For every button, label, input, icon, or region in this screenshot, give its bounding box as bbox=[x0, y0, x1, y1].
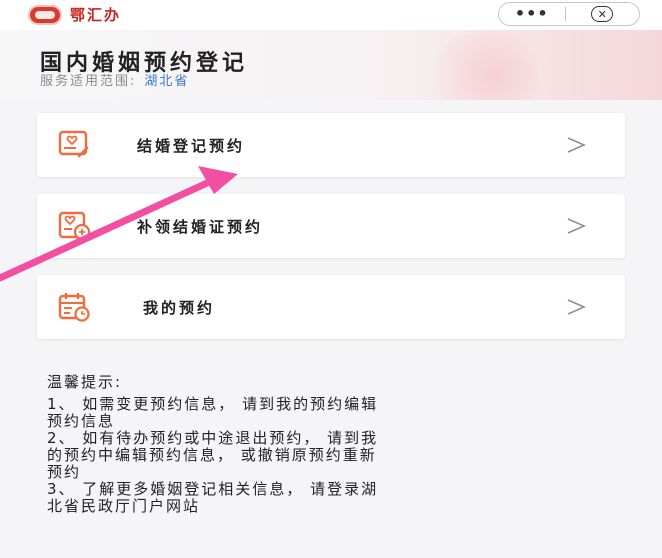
header-decoration bbox=[425, 30, 565, 100]
service-scope-value: 湖北省 bbox=[144, 74, 190, 89]
close-icon: ✕ bbox=[591, 6, 614, 22]
tip-item: 2、 如有待办预约或中途退出预约， 请到我 的预约中编辑预约信息， 或撤销原预约… bbox=[47, 429, 379, 481]
tips-title: 温馨提示: bbox=[47, 373, 123, 391]
app-name: 鄂汇办 bbox=[70, 6, 122, 24]
page-header: 国内婚姻预约登记 服务适用范围: 湖北省 bbox=[0, 30, 662, 100]
menu-item-label: 我的预约 bbox=[143, 298, 216, 317]
marriage-certificate-icon bbox=[58, 130, 89, 158]
tip-item: 1、 如需变更预约信息， 请到我的预约编辑 预约信息 bbox=[47, 395, 379, 430]
chevron-right-icon bbox=[567, 137, 586, 153]
menu-item-label: 补领结婚证预约 bbox=[137, 217, 264, 236]
tip-item: 3、 了解更多婚姻登记相关信息， 请登录湖 北省民政厅门户网站 bbox=[47, 480, 379, 515]
close-button[interactable]: ✕ bbox=[566, 6, 639, 22]
calendar-clock-icon bbox=[58, 293, 90, 322]
service-scope: 服务适用范围: 湖北省 bbox=[40, 70, 189, 89]
more-button[interactable]: ••• bbox=[499, 4, 565, 24]
chevron-right-icon bbox=[567, 218, 586, 234]
app-logo-icon bbox=[28, 4, 62, 25]
chevron-right-icon bbox=[567, 299, 586, 315]
top-bar: 鄂汇办 ••• ✕ bbox=[0, 0, 662, 30]
tips-section: 温馨提示: 1、 如需变更预约信息， 请到我的预约编辑 预约信息 2、 如有待办… bbox=[47, 374, 627, 515]
mini-program-capsule: ••• ✕ bbox=[498, 2, 640, 26]
reissue-certificate-icon bbox=[58, 211, 91, 241]
service-scope-label: 服务适用范围: bbox=[40, 74, 137, 89]
menu-item-label: 结婚登记预约 bbox=[137, 136, 246, 155]
reissue-marriage-certificate-appointment-item[interactable]: 补领结婚证预约 bbox=[37, 194, 625, 258]
marriage-registration-appointment-item[interactable]: 结婚登记预约 bbox=[37, 113, 625, 177]
brand: 鄂汇办 bbox=[28, 4, 121, 25]
my-appointments-item[interactable]: 我的预约 bbox=[37, 275, 625, 339]
